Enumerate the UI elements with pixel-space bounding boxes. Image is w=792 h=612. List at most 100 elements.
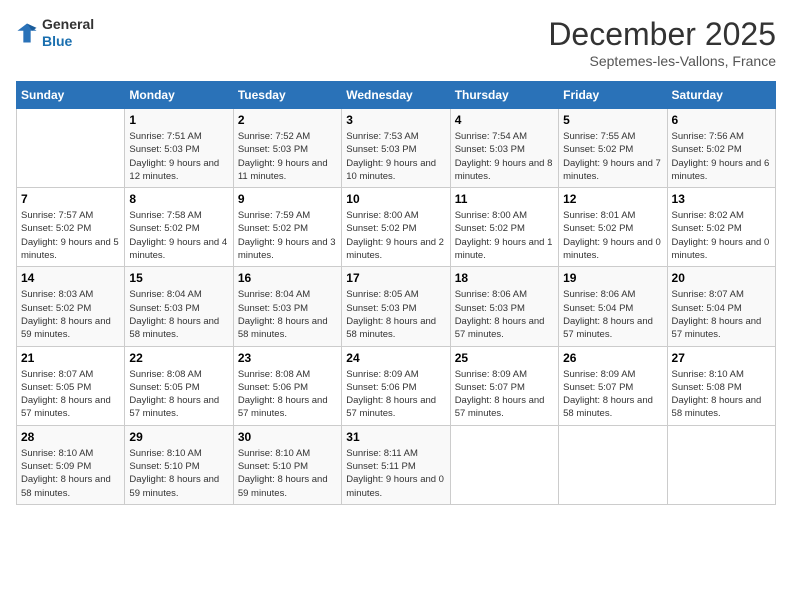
- day-info: Sunrise: 8:10 AMSunset: 5:09 PMDaylight:…: [21, 447, 120, 500]
- calendar-cell: 22 Sunrise: 8:08 AMSunset: 5:05 PMDayligh…: [125, 346, 233, 425]
- calendar-cell: 17 Sunrise: 8:05 AMSunset: 5:03 PMDayligh…: [342, 267, 450, 346]
- day-info: Sunrise: 8:08 AMSunset: 5:06 PMDaylight:…: [238, 368, 337, 421]
- day-info: Sunrise: 8:00 AMSunset: 5:02 PMDaylight:…: [455, 209, 554, 262]
- month-title: December 2025: [548, 16, 776, 53]
- calendar-cell: 14Sunrise: 8:03 AMSunset: 5:02 PMDayligh…: [17, 267, 125, 346]
- day-info: Sunrise: 8:09 AMSunset: 5:06 PMDaylight:…: [346, 368, 445, 421]
- calendar-cell: 25 Sunrise: 8:09 AMSunset: 5:07 PMDayligh…: [450, 346, 558, 425]
- calendar-cell: [450, 425, 558, 504]
- calendar-cell: 1 Sunrise: 7:51 AMSunset: 5:03 PMDaylight…: [125, 109, 233, 188]
- day-info: Sunrise: 8:05 AMSunset: 5:03 PMDaylight:…: [346, 288, 445, 341]
- day-info: Sunrise: 7:51 AMSunset: 5:03 PMDaylight:…: [129, 130, 228, 183]
- day-info: Sunrise: 8:08 AMSunset: 5:05 PMDaylight:…: [129, 368, 228, 421]
- day-number: 4: [455, 113, 554, 127]
- calendar-cell: [559, 425, 667, 504]
- calendar-week-row: 1 Sunrise: 7:51 AMSunset: 5:03 PMDaylight…: [17, 109, 776, 188]
- logo: General Blue: [16, 16, 94, 50]
- weekday-header-monday: Monday: [125, 82, 233, 109]
- day-number: 13: [672, 192, 771, 206]
- day-info: Sunrise: 7:59 AMSunset: 5:02 PMDaylight:…: [238, 209, 337, 262]
- day-number: 7: [21, 192, 120, 206]
- day-info: Sunrise: 8:02 AMSunset: 5:02 PMDaylight:…: [672, 209, 771, 262]
- header: General Blue December 2025 Septemes-les-…: [16, 16, 776, 69]
- weekday-header-friday: Friday: [559, 82, 667, 109]
- calendar-cell: 26Sunrise: 8:09 AMSunset: 5:07 PMDayligh…: [559, 346, 667, 425]
- day-info: Sunrise: 7:53 AMSunset: 5:03 PMDaylight:…: [346, 130, 445, 183]
- calendar-cell: 29 Sunrise: 8:10 AMSunset: 5:10 PMDayligh…: [125, 425, 233, 504]
- logo-icon: [16, 22, 38, 44]
- day-number: 2: [238, 113, 337, 127]
- calendar-cell: 28 Sunrise: 8:10 AMSunset: 5:09 PMDayligh…: [17, 425, 125, 504]
- calendar-cell: 11 Sunrise: 8:00 AMSunset: 5:02 PMDayligh…: [450, 188, 558, 267]
- calendar-table: SundayMondayTuesdayWednesdayThursdayFrid…: [16, 81, 776, 505]
- calendar-cell: 4 Sunrise: 7:54 AMSunset: 5:03 PMDaylight…: [450, 109, 558, 188]
- day-number: 21: [21, 351, 120, 365]
- day-info: Sunrise: 7:55 AMSunset: 5:02 PMDaylight:…: [563, 130, 662, 183]
- calendar-cell: 20 Sunrise: 8:07 AMSunset: 5:04 PMDayligh…: [667, 267, 775, 346]
- day-number: 24: [346, 351, 445, 365]
- calendar-cell: 3 Sunrise: 7:53 AMSunset: 5:03 PMDaylight…: [342, 109, 450, 188]
- calendar-cell: 13 Sunrise: 8:02 AMSunset: 5:02 PMDayligh…: [667, 188, 775, 267]
- day-number: 27: [672, 351, 771, 365]
- day-info: Sunrise: 8:10 AMSunset: 5:08 PMDaylight:…: [672, 368, 771, 421]
- day-number: 15: [129, 271, 228, 285]
- day-info: Sunrise: 8:11 AMSunset: 5:11 PMDaylight:…: [346, 447, 445, 500]
- day-number: 22: [129, 351, 228, 365]
- day-number: 1: [129, 113, 228, 127]
- calendar-cell: 31Sunrise: 8:11 AMSunset: 5:11 PMDayligh…: [342, 425, 450, 504]
- calendar-cell: 9 Sunrise: 7:59 AMSunset: 5:02 PMDaylight…: [233, 188, 341, 267]
- calendar-cell: 6 Sunrise: 7:56 AMSunset: 5:02 PMDaylight…: [667, 109, 775, 188]
- day-number: 14: [21, 271, 120, 285]
- day-info: Sunrise: 8:09 AMSunset: 5:07 PMDaylight:…: [455, 368, 554, 421]
- day-number: 20: [672, 271, 771, 285]
- day-number: 19: [563, 271, 662, 285]
- day-info: Sunrise: 8:04 AMSunset: 5:03 PMDaylight:…: [238, 288, 337, 341]
- calendar-cell: 16Sunrise: 8:04 AMSunset: 5:03 PMDayligh…: [233, 267, 341, 346]
- day-info: Sunrise: 7:57 AMSunset: 5:02 PMDaylight:…: [21, 209, 120, 262]
- calendar-week-row: 28 Sunrise: 8:10 AMSunset: 5:09 PMDayligh…: [17, 425, 776, 504]
- calendar-cell: 2Sunrise: 7:52 AMSunset: 5:03 PMDaylight…: [233, 109, 341, 188]
- day-info: Sunrise: 8:06 AMSunset: 5:03 PMDaylight:…: [455, 288, 554, 341]
- day-number: 23: [238, 351, 337, 365]
- calendar-cell: 7 Sunrise: 7:57 AMSunset: 5:02 PMDaylight…: [17, 188, 125, 267]
- title-area: December 2025 Septemes-les-Vallons, Fran…: [548, 16, 776, 69]
- day-info: Sunrise: 8:10 AMSunset: 5:10 PMDaylight:…: [129, 447, 228, 500]
- weekday-header-thursday: Thursday: [450, 82, 558, 109]
- day-info: Sunrise: 7:56 AMSunset: 5:02 PMDaylight:…: [672, 130, 771, 183]
- calendar-cell: 8 Sunrise: 7:58 AMSunset: 5:02 PMDaylight…: [125, 188, 233, 267]
- weekday-header-tuesday: Tuesday: [233, 82, 341, 109]
- weekday-header-wednesday: Wednesday: [342, 82, 450, 109]
- calendar-cell: 27 Sunrise: 8:10 AMSunset: 5:08 PMDayligh…: [667, 346, 775, 425]
- calendar-cell: [667, 425, 775, 504]
- calendar-cell: [17, 109, 125, 188]
- day-info: Sunrise: 7:58 AMSunset: 5:02 PMDaylight:…: [129, 209, 228, 262]
- day-number: 28: [21, 430, 120, 444]
- day-number: 10: [346, 192, 445, 206]
- day-info: Sunrise: 8:00 AMSunset: 5:02 PMDaylight:…: [346, 209, 445, 262]
- calendar-cell: 24 Sunrise: 8:09 AMSunset: 5:06 PMDayligh…: [342, 346, 450, 425]
- day-info: Sunrise: 8:04 AMSunset: 5:03 PMDaylight:…: [129, 288, 228, 341]
- day-info: Sunrise: 7:54 AMSunset: 5:03 PMDaylight:…: [455, 130, 554, 183]
- calendar-cell: 10 Sunrise: 8:00 AMSunset: 5:02 PMDayligh…: [342, 188, 450, 267]
- day-number: 6: [672, 113, 771, 127]
- calendar-cell: 30Sunrise: 8:10 AMSunset: 5:10 PMDayligh…: [233, 425, 341, 504]
- day-number: 30: [238, 430, 337, 444]
- weekday-header-sunday: Sunday: [17, 82, 125, 109]
- day-number: 11: [455, 192, 554, 206]
- day-number: 9: [238, 192, 337, 206]
- day-number: 17: [346, 271, 445, 285]
- calendar-cell: 23 Sunrise: 8:08 AMSunset: 5:06 PMDayligh…: [233, 346, 341, 425]
- calendar-cell: 12Sunrise: 8:01 AMSunset: 5:02 PMDayligh…: [559, 188, 667, 267]
- weekday-header-row: SundayMondayTuesdayWednesdayThursdayFrid…: [17, 82, 776, 109]
- calendar-week-row: 21 Sunrise: 8:07 AMSunset: 5:05 PMDayligh…: [17, 346, 776, 425]
- day-number: 25: [455, 351, 554, 365]
- day-info: Sunrise: 8:07 AMSunset: 5:04 PMDaylight:…: [672, 288, 771, 341]
- day-number: 29: [129, 430, 228, 444]
- weekday-header-saturday: Saturday: [667, 82, 775, 109]
- calendar-cell: 15 Sunrise: 8:04 AMSunset: 5:03 PMDayligh…: [125, 267, 233, 346]
- day-number: 18: [455, 271, 554, 285]
- day-number: 8: [129, 192, 228, 206]
- day-info: Sunrise: 8:07 AMSunset: 5:05 PMDaylight:…: [21, 368, 120, 421]
- day-number: 3: [346, 113, 445, 127]
- calendar-week-row: 14Sunrise: 8:03 AMSunset: 5:02 PMDayligh…: [17, 267, 776, 346]
